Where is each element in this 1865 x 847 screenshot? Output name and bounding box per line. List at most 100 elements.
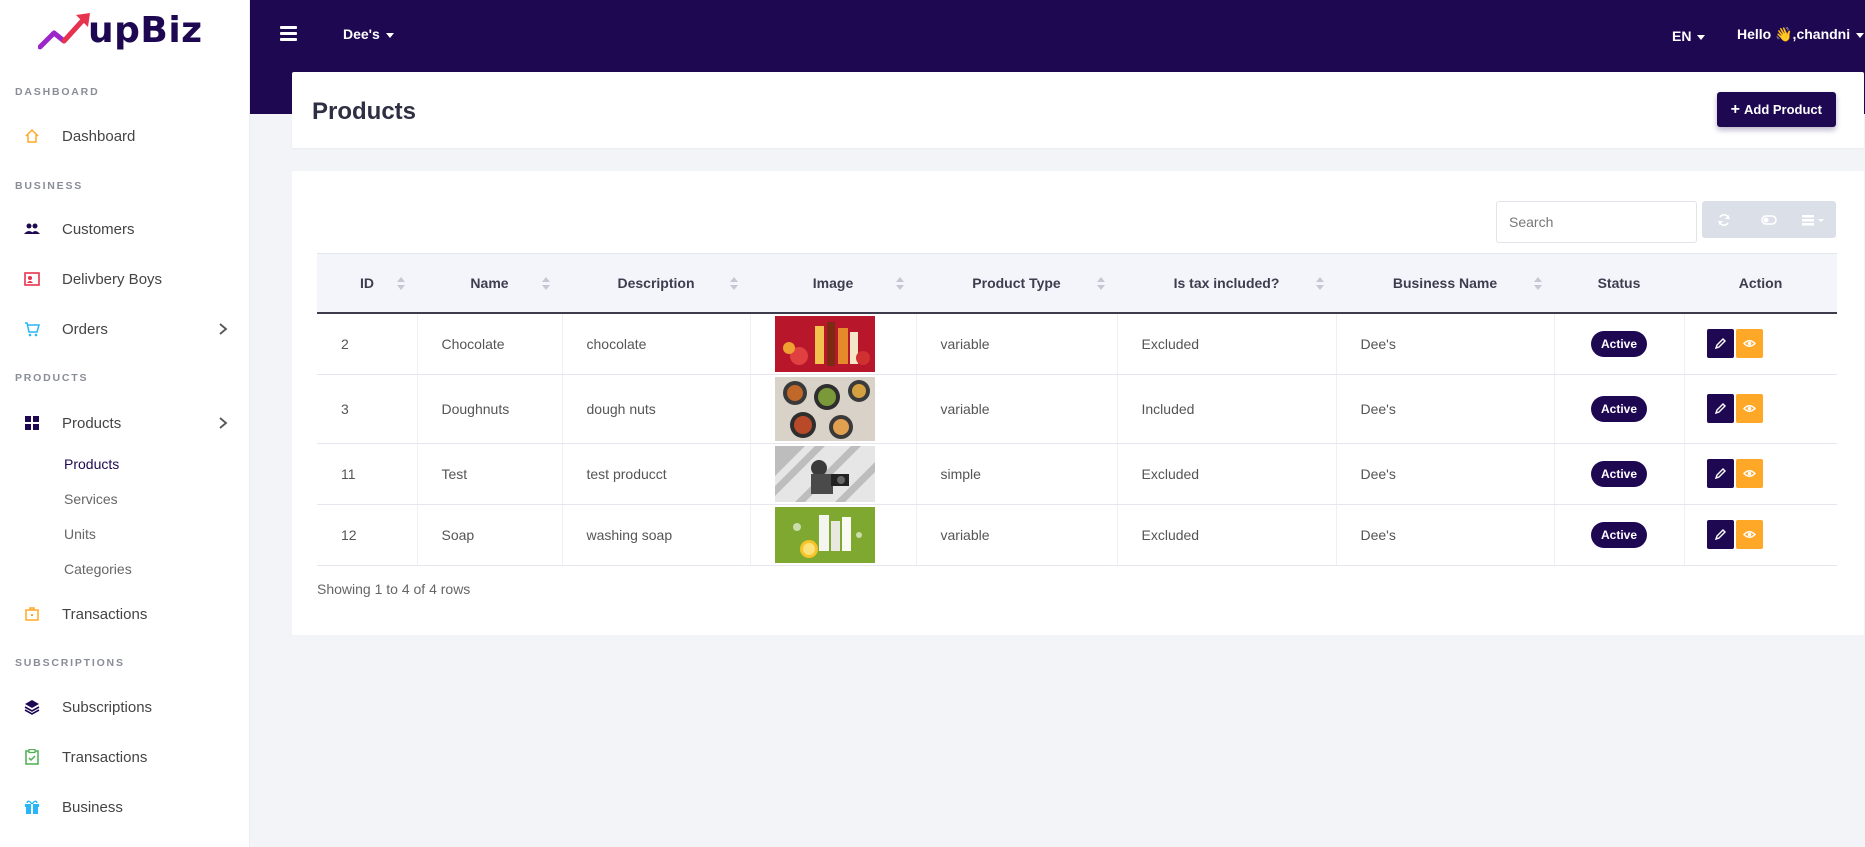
language-label: EN [1672, 28, 1692, 44]
cell-action [1684, 443, 1837, 505]
cell-business: Dee's [1336, 443, 1555, 505]
view-button[interactable] [1735, 329, 1763, 358]
eye-icon [1742, 470, 1756, 477]
product-thumbnail-test[interactable] [774, 445, 875, 502]
eye-icon [1742, 405, 1756, 412]
table-toolbar [1702, 201, 1836, 238]
cell-product-type: variable [916, 312, 1118, 375]
trend-arrow-icon [38, 13, 90, 50]
refresh-button[interactable] [1702, 201, 1747, 238]
sidebar-item-label: Products [62, 414, 122, 432]
section-label-dashboard: DASHBOARD [15, 86, 100, 98]
caret-down-icon [1856, 32, 1865, 38]
sidebar-item-label: Orders [62, 320, 108, 338]
column-header-name[interactable]: Name [417, 254, 562, 313]
column-header-product-type[interactable]: Product Type [916, 254, 1117, 313]
sidebar-item-dashboard[interactable]: Dashboard [0, 118, 250, 154]
cell-name: Test [417, 443, 563, 505]
add-product-button[interactable]: + Add Product [1716, 92, 1836, 127]
sidebar-item-label: Delivbery Boys [62, 270, 163, 288]
product-thumbnail-soap[interactable] [774, 506, 875, 563]
cell-id: 3 [317, 374, 418, 444]
cell-description: washing soap [562, 504, 751, 566]
chevron-right-icon [219, 417, 228, 429]
subnav-units[interactable]: Units [64, 526, 96, 542]
sort-icon [542, 277, 550, 290]
sidebar-item-label: Transactions [62, 605, 148, 623]
column-header-tax[interactable]: Is tax included? [1117, 254, 1336, 313]
cell-action [1684, 374, 1837, 444]
subnav-categories[interactable]: Categories [64, 561, 132, 577]
cell-business: Dee's [1336, 312, 1555, 375]
edit-button[interactable] [1706, 329, 1734, 358]
language-dropdown[interactable]: EN [1672, 28, 1706, 44]
cell-product-type: variable [916, 374, 1118, 444]
sidebar-item-business[interactable]: Business [0, 789, 250, 825]
table-row: 11 Test test producct simple Excluded De… [317, 443, 1837, 505]
business-switcher[interactable]: Dee's [343, 26, 394, 42]
products-table-card: ID Name Description Image Product Type I… [292, 171, 1864, 635]
pencil-icon [1714, 529, 1726, 541]
products-table: ID Name Description Image Product Type I… [317, 253, 1837, 566]
section-label-products: PRODUCTS [15, 372, 89, 384]
cell-name: Soap [417, 504, 563, 566]
column-header-image[interactable]: Image [750, 254, 916, 313]
sort-icon [730, 277, 738, 290]
gift-icon [23, 798, 41, 816]
users-icon [23, 220, 41, 238]
cell-id: 12 [317, 504, 418, 566]
toggle-view-button[interactable] [1747, 201, 1792, 238]
sidebar-item-orders[interactable]: Orders [0, 311, 250, 347]
sidebar-item-customers[interactable]: Customers [0, 211, 250, 247]
cell-name: Doughnuts [417, 374, 563, 444]
table-row: 2 Chocolate chocolate variable Excluded … [317, 312, 1837, 375]
cell-description: dough nuts [562, 374, 751, 444]
brand-logo[interactable]: upBiz [0, 0, 249, 62]
product-thumbnail-doughnuts[interactable] [774, 376, 875, 441]
columns-button[interactable] [1791, 201, 1836, 238]
refresh-icon [1718, 213, 1731, 226]
product-thumbnail-chocolate[interactable] [774, 315, 875, 372]
cell-image [750, 374, 917, 444]
table-header-row: ID Name Description Image Product Type I… [317, 253, 1837, 313]
sidebar-item-delivery-boys[interactable]: Delivbery Boys [0, 261, 250, 297]
subnav-products[interactable]: Products [64, 456, 119, 472]
caret-down-icon [1697, 34, 1706, 40]
column-header-action: Action [1738, 274, 1783, 291]
status-badge: Active [1590, 330, 1648, 357]
cell-product-type: simple [916, 443, 1118, 505]
cell-business: Dee's [1336, 374, 1555, 444]
sidebar-item-label: Business [62, 798, 123, 816]
columns-list-icon [1801, 214, 1824, 225]
table-row: 3 Doughnuts dough nuts variable Included… [317, 374, 1837, 444]
menu-toggle-icon[interactable] [280, 26, 297, 41]
view-button[interactable] [1735, 459, 1763, 488]
chevron-right-icon [219, 323, 228, 335]
sidebar-item-products[interactable]: Products [0, 405, 250, 441]
sort-icon [1316, 277, 1324, 290]
cell-action [1684, 312, 1837, 375]
cell-status: Active [1554, 312, 1685, 375]
status-badge: Active [1590, 521, 1648, 548]
sidebar-item-subscriptions[interactable]: Subscriptions [0, 689, 250, 725]
column-header-description[interactable]: Description [562, 254, 750, 313]
sidebar-item-subscription-transactions[interactable]: Transactions [0, 739, 250, 775]
edit-button[interactable] [1706, 520, 1734, 549]
grid-icon [23, 414, 41, 432]
edit-button[interactable] [1706, 459, 1734, 488]
view-button[interactable] [1735, 520, 1763, 549]
user-menu[interactable]: Hello 👋,chandni [1737, 26, 1865, 43]
column-header-id[interactable]: ID [317, 254, 417, 313]
column-header-business[interactable]: Business Name [1336, 254, 1554, 313]
sidebar-item-transactions[interactable]: Transactions [0, 596, 250, 632]
cell-id: 11 [317, 443, 418, 505]
cell-status: Active [1554, 443, 1685, 505]
view-button[interactable] [1735, 394, 1763, 423]
search-input[interactable] [1496, 201, 1697, 243]
clipboard-check-icon [23, 748, 41, 766]
cell-tax: Excluded [1117, 312, 1337, 375]
subnav-services[interactable]: Services [64, 491, 118, 507]
edit-button[interactable] [1706, 394, 1734, 423]
sort-icon [1534, 277, 1542, 290]
section-label-business: BUSINESS [15, 180, 84, 192]
